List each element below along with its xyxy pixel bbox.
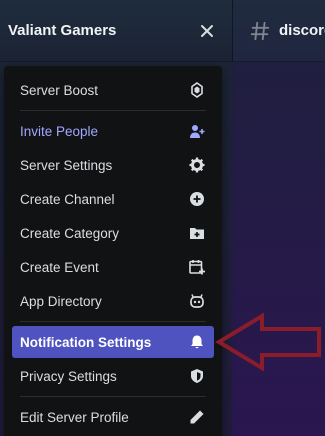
channel-name: discord: [279, 22, 325, 39]
pencil-icon: [188, 408, 206, 426]
create-category-item[interactable]: Create Category: [12, 217, 214, 249]
server-name: Valiant Gamers: [8, 22, 117, 39]
invite-people-item[interactable]: Invite People: [12, 115, 214, 147]
add-user-icon: [188, 122, 206, 140]
edit-server-profile-item[interactable]: Edit Server Profile: [12, 401, 214, 433]
notification-settings-item[interactable]: Notification Settings: [12, 326, 214, 358]
app-directory-item[interactable]: App Directory: [12, 285, 214, 317]
menu-divider: [20, 396, 206, 397]
channel-header: discord: [232, 0, 325, 62]
robot-icon: [188, 292, 206, 310]
create-channel-item[interactable]: Create Channel: [12, 183, 214, 215]
close-icon[interactable]: [200, 24, 214, 38]
menu-item-label: Invite People: [20, 123, 99, 139]
menu-item-label: App Directory: [20, 293, 102, 309]
pointer-arrow-icon: [215, 312, 321, 372]
menu-item-label: Edit Server Profile: [20, 409, 129, 425]
calendar-plus-icon: [188, 258, 206, 276]
plus-circle-icon: [188, 190, 206, 208]
menu-item-label: Privacy Settings: [20, 368, 117, 384]
privacy-settings-item[interactable]: Privacy Settings: [12, 360, 214, 392]
chat-background: [232, 62, 325, 436]
create-event-item[interactable]: Create Event: [12, 251, 214, 283]
gear-icon: [188, 156, 206, 174]
server-header[interactable]: Valiant Gamers: [0, 0, 232, 62]
menu-item-label: Create Channel: [20, 191, 115, 207]
boost-icon: [188, 81, 206, 99]
menu-item-label: Server Settings: [20, 157, 113, 173]
server-settings-item[interactable]: Server Settings: [12, 149, 214, 181]
menu-item-label: Server Boost: [20, 82, 99, 98]
server-dropdown-menu: Server Boost Invite People Server Settin…: [4, 66, 222, 436]
server-boost-item[interactable]: Server Boost: [12, 74, 214, 106]
bell-icon: [188, 333, 206, 351]
menu-divider: [20, 110, 206, 111]
hash-icon: [250, 21, 270, 40]
menu-item-label: Create Category: [20, 225, 120, 241]
menu-item-label: Notification Settings: [20, 334, 152, 350]
menu-item-label: Create Event: [20, 259, 99, 275]
shield-icon: [188, 367, 206, 385]
menu-divider: [20, 321, 206, 322]
folder-plus-icon: [188, 224, 206, 242]
